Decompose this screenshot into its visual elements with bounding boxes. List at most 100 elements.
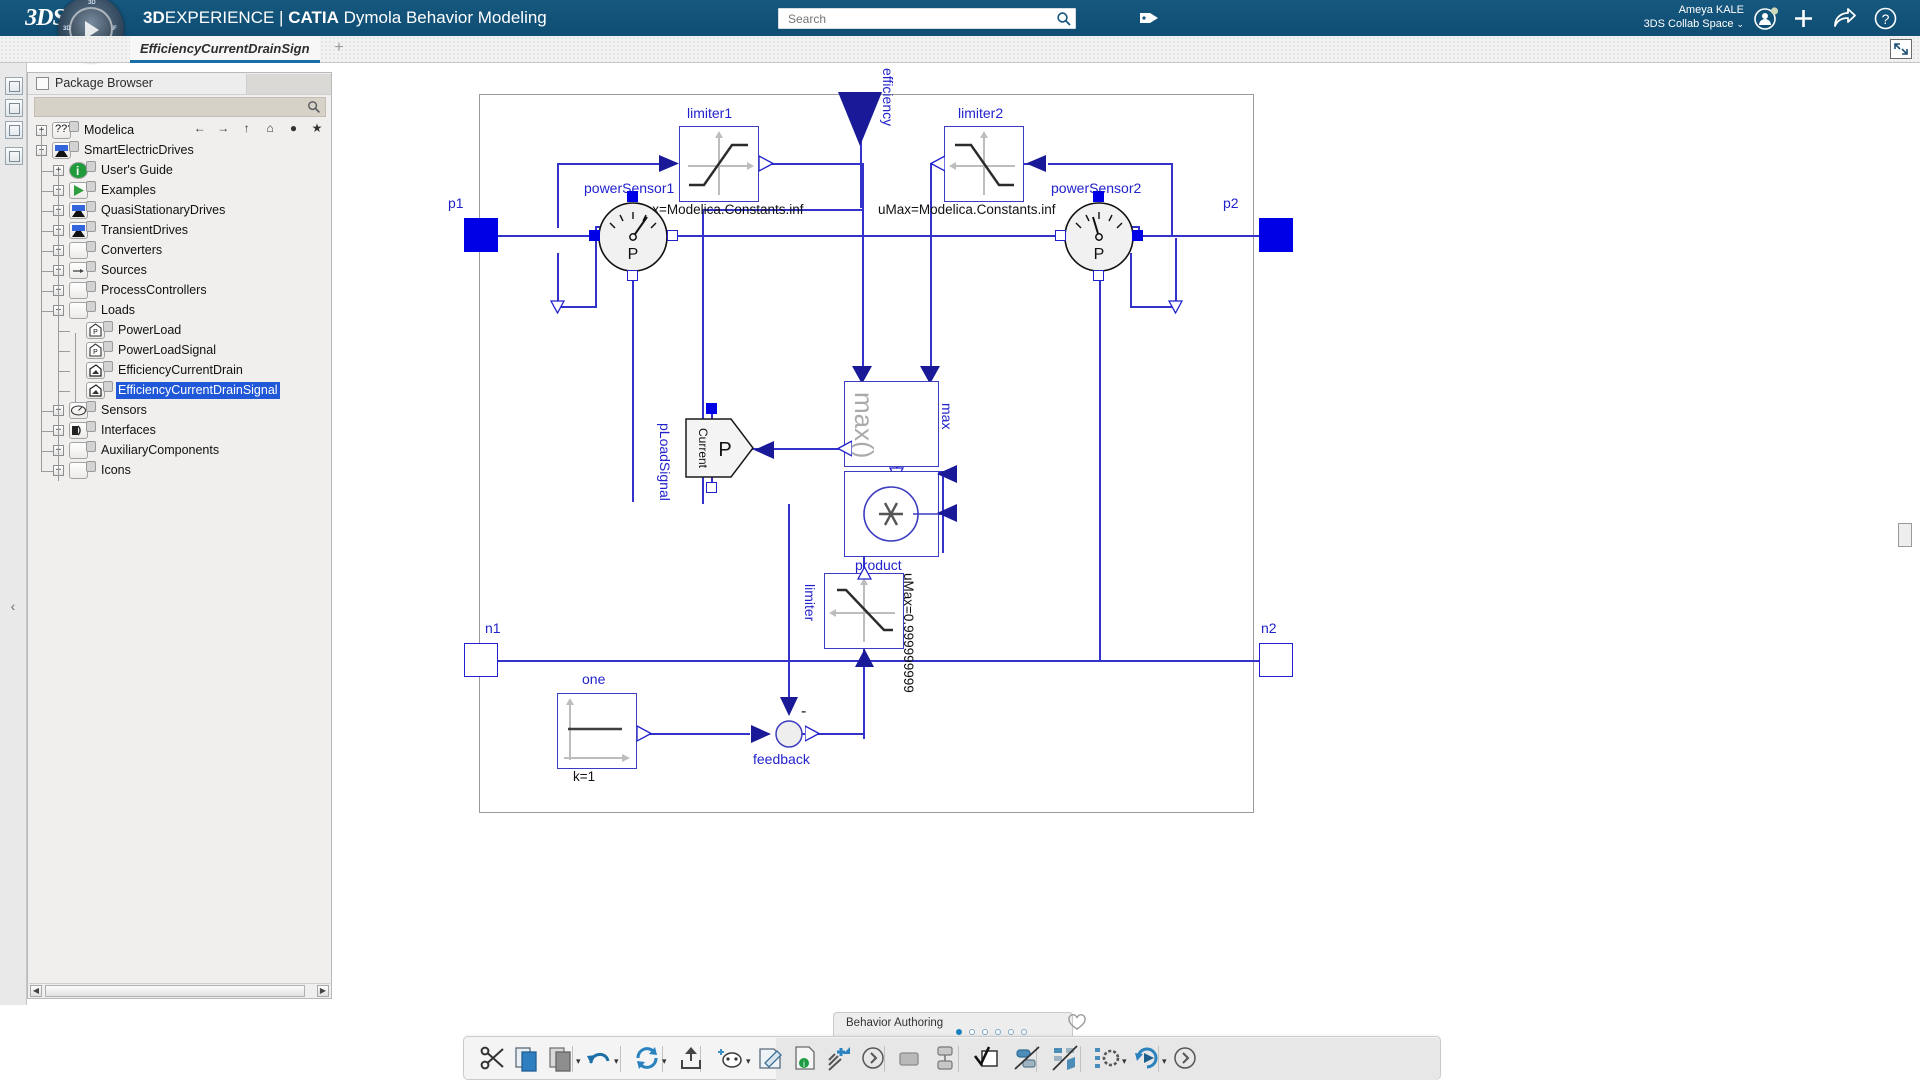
powersensor2-port-left[interactable] <box>1055 230 1066 241</box>
configure-dropdown-caret[interactable]: ▾ <box>1122 1057 1130 1066</box>
powersensor2-port-bottom[interactable] <box>1093 270 1104 281</box>
check-tool-button[interactable] <box>972 1043 1004 1075</box>
rail-button-2[interactable] <box>5 99 23 117</box>
user-info-block[interactable]: Ameya KALE 3DS Collab Space ⌄ <box>1644 3 1744 32</box>
paste-dropdown-caret[interactable]: ▾ <box>576 1057 584 1066</box>
collapse-panel-handle[interactable]: ‹ <box>6 593 20 619</box>
question-mark-icon[interactable]: ? <box>1872 5 1899 32</box>
scroll-thumb[interactable] <box>45 985 305 997</box>
section-tab-behavior-authoring[interactable]: Behavior Authoring <box>833 1012 1073 1036</box>
browser-search-strip[interactable] <box>34 97 326 117</box>
block-powersensor1[interactable]: P <box>597 201 669 273</box>
restore-window-icon[interactable] <box>1890 39 1912 59</box>
new-behavior-button[interactable] <box>716 1043 748 1075</box>
tree-connector <box>41 451 53 452</box>
port-n2[interactable] <box>1259 643 1293 677</box>
tree-connector <box>58 391 70 392</box>
lock-icon <box>86 261 96 272</box>
block-current-source[interactable]: Current P <box>685 418 755 478</box>
tag-icon[interactable] <box>1137 7 1161 29</box>
port-n1[interactable] <box>464 643 498 677</box>
wire-limiter2-in-v <box>1171 163 1173 237</box>
block-limiter1[interactable] <box>679 126 759 202</box>
rail-glyph-2 <box>9 103 20 114</box>
tree-item-label: Examples <box>101 183 156 197</box>
user-account-icon[interactable] <box>1753 5 1780 32</box>
next-section-button[interactable] <box>1170 1043 1202 1075</box>
section-dot-6[interactable] <box>1021 1029 1027 1035</box>
hide-connection-button[interactable] <box>1012 1043 1044 1075</box>
block-feedback[interactable] <box>774 719 804 754</box>
add-tab-button[interactable]: + <box>330 39 348 57</box>
section-dot-4[interactable] <box>995 1029 1001 1035</box>
rail-button-3[interactable] <box>5 121 23 139</box>
paste-button[interactable] <box>546 1043 578 1075</box>
scroll-right-arrow[interactable]: ▶ <box>317 985 329 997</box>
collab-space-selector[interactable]: 3DS Collab Space ⌄ <box>1644 17 1744 32</box>
powersensor1-port-left[interactable] <box>589 230 600 241</box>
tree-item-label: EfficiencyCurrentDrainSignal <box>116 382 280 399</box>
diagram-canvas[interactable]: p1 p2 n1 n2 efficiency limiter1 uMax=Mod… <box>333 63 1920 1005</box>
group-tool-button[interactable] <box>930 1043 962 1075</box>
new-behavior-dropdown-caret[interactable]: ▾ <box>746 1057 754 1066</box>
update-dropdown-caret[interactable]: ▾ <box>662 1057 670 1066</box>
rail-button-4[interactable] <box>5 147 23 165</box>
current-block-port-top[interactable] <box>706 403 717 414</box>
connector-efficiency[interactable] <box>836 90 884 153</box>
tree-item-label: Interfaces <box>101 423 156 437</box>
swap-representation-button[interactable] <box>1050 1043 1082 1075</box>
section-dot-1[interactable] <box>956 1029 962 1035</box>
properties-button[interactable]: i <box>790 1043 822 1075</box>
copy-button[interactable] <box>512 1043 544 1075</box>
rectangle-tool-button[interactable] <box>894 1043 926 1075</box>
more-actions-button[interactable] <box>858 1043 890 1075</box>
block-one[interactable] <box>557 693 637 769</box>
browser-secondary-tab[interactable] <box>246 74 331 94</box>
scroll-left-arrow[interactable]: ◀ <box>30 985 42 997</box>
powersensor1-port-right[interactable] <box>667 230 678 241</box>
heart-icon[interactable] <box>1068 1014 1086 1032</box>
undo-arrow-icon <box>584 1053 614 1077</box>
search-icon[interactable] <box>1056 11 1072 27</box>
simulate-button[interactable] <box>1132 1043 1164 1075</box>
lock-icon <box>86 221 96 232</box>
undo-dropdown-caret[interactable]: ▾ <box>614 1057 622 1066</box>
share-export-button[interactable] <box>676 1043 708 1075</box>
share-arrow-icon[interactable] <box>1831 5 1858 32</box>
canvas-side-handle[interactable] <box>1898 523 1912 547</box>
section-dot-2[interactable] <box>969 1029 975 1035</box>
param-limiter2-umax: uMax=Modelica.Constants.inf <box>878 202 1056 217</box>
magnifier-icon[interactable] <box>307 100 321 114</box>
powersensor1-port-top[interactable] <box>627 191 638 202</box>
add-component-button[interactable] <box>824 1043 856 1075</box>
current-block-port-bottom[interactable] <box>706 482 717 493</box>
port-p1[interactable] <box>464 218 498 252</box>
block-max[interactable]: max() <box>844 381 939 467</box>
lock-icon <box>103 321 113 332</box>
wire-sensor1-gnd <box>557 253 559 307</box>
cut-button[interactable] <box>478 1043 510 1075</box>
rail-button-1[interactable] <box>5 77 23 95</box>
section-dot-5[interactable] <box>1008 1029 1014 1035</box>
section-dot-3[interactable] <box>982 1029 988 1035</box>
update-button[interactable] <box>632 1043 664 1075</box>
edit-behavior-button[interactable] <box>756 1043 788 1075</box>
undo-button[interactable] <box>584 1043 616 1075</box>
search-box[interactable] <box>778 8 1076 29</box>
block-limiter2[interactable] <box>944 126 1024 202</box>
lock-icon <box>86 461 96 472</box>
block-powersensor2[interactable]: P <box>1063 201 1135 273</box>
port-p2[interactable] <box>1259 218 1293 252</box>
simulate-dropdown-caret[interactable]: ▾ <box>1162 1057 1170 1066</box>
tree-connector <box>41 211 53 212</box>
lock-icon <box>69 121 79 132</box>
search-input[interactable] <box>786 9 1041 28</box>
tab-efficiencycurrentdrainsignal[interactable]: EfficiencyCurrentDrainSign <box>130 36 320 63</box>
powersensor2-port-right[interactable] <box>1132 230 1143 241</box>
plus-icon[interactable] <box>1790 5 1817 32</box>
powersensor2-port-top[interactable] <box>1093 191 1104 202</box>
block-product[interactable] <box>844 471 939 557</box>
configure-button[interactable] <box>1092 1043 1124 1075</box>
powersensor1-port-bottom[interactable] <box>627 270 638 281</box>
browser-horizontal-scrollbar[interactable]: ◀ ▶ <box>29 983 330 997</box>
